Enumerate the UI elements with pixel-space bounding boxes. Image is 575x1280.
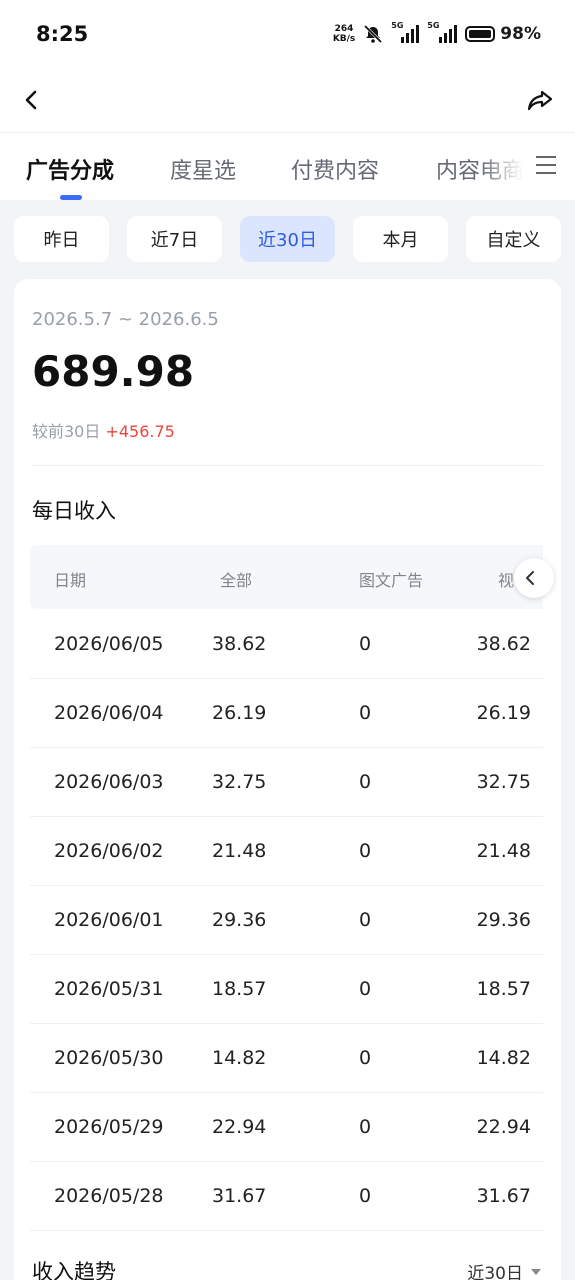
- tab-fade: [480, 133, 575, 199]
- income-trend-header: 收入趋势 近30日: [0, 1250, 575, 1280]
- range-yesterday-button[interactable]: 昨日: [14, 216, 109, 262]
- table-row: 2026/05/28 31.67 0 31.67: [30, 1162, 543, 1231]
- network-speed-unit: KB/s: [332, 34, 356, 44]
- range-7-days-button[interactable]: 近7日: [127, 216, 222, 262]
- table-row: 2026/05/31 18.57 0 18.57: [30, 955, 543, 1024]
- tab-paid-content[interactable]: 付费内容: [291, 153, 379, 185]
- cell-date: 2026/05/30: [54, 1047, 164, 1069]
- table-row: 2026/06/02 21.48 0 21.48: [30, 817, 543, 886]
- cell-date: 2026/06/01: [54, 909, 164, 931]
- range-this-month-button[interactable]: 本月: [353, 216, 448, 262]
- table-row: 2026/06/01 29.36 0 29.36: [30, 886, 543, 955]
- signal-icon: 5G: [427, 21, 458, 43]
- cell-all: 21.48: [212, 840, 267, 862]
- total-income: 689.98: [32, 347, 195, 396]
- menu-icon[interactable]: [535, 154, 557, 176]
- caret-down-icon: [531, 1268, 541, 1275]
- battery-icon: [465, 26, 496, 42]
- range-filter-bar: 昨日 近7日 近30日 本月 自定义: [14, 216, 561, 262]
- cell-date: 2026/06/05: [54, 633, 164, 655]
- battery-percent: 98%: [500, 24, 541, 44]
- cell-image-text-ads: 0: [359, 771, 372, 793]
- comparison-value: +456.75: [105, 422, 175, 441]
- income-trend-title: 收入趋势: [32, 1260, 116, 1280]
- cell-all: 31.67: [212, 1185, 267, 1207]
- cell-video: 32.75: [476, 771, 531, 793]
- column-header-image-text-ads: 图文广告: [359, 571, 424, 590]
- signal-icon: 5G: [391, 21, 420, 43]
- range-30-days-button[interactable]: 近30日: [240, 216, 335, 262]
- cell-date: 2026/06/02: [54, 840, 164, 862]
- trend-range-value: 近30日: [467, 1264, 523, 1280]
- share-icon[interactable]: [527, 88, 553, 112]
- cell-image-text-ads: 0: [359, 1185, 372, 1207]
- cell-image-text-ads: 0: [359, 1116, 372, 1138]
- table-row: 2026/05/30 14.82 0 14.82: [30, 1024, 543, 1093]
- cell-image-text-ads: 0: [359, 633, 372, 655]
- daily-income-title: 每日收入: [32, 499, 116, 523]
- back-icon[interactable]: [22, 89, 40, 111]
- trend-range-select[interactable]: 近30日: [467, 1259, 541, 1280]
- cell-all: 32.75: [212, 771, 267, 793]
- cell-all: 14.82: [212, 1047, 267, 1069]
- cell-all: 38.62: [212, 633, 267, 655]
- cell-video: 38.62: [476, 633, 531, 655]
- status-bar: 8:25 264 KB/s 5G 5G 98%: [0, 0, 575, 68]
- chevron-left-icon: [526, 571, 534, 585]
- network-speed-value: 264: [334, 24, 354, 34]
- table-row: 2026/06/04 26.19 0 26.19: [30, 679, 543, 748]
- comparison-label: 较前30日: [32, 422, 101, 441]
- cell-video: 26.19: [476, 702, 531, 724]
- cell-date: 2026/05/28: [54, 1185, 164, 1207]
- tab-ad-revenue[interactable]: 广告分成: [26, 153, 114, 185]
- nav-bar: [0, 68, 575, 132]
- active-tab-indicator: [60, 195, 82, 200]
- table-scroll-button[interactable]: [514, 558, 554, 598]
- cell-image-text-ads: 0: [359, 909, 372, 931]
- signal-label: 5G: [391, 21, 404, 30]
- table-row: 2026/06/05 38.62 0 38.62: [30, 610, 543, 679]
- income-card: 2026.5.7 ~ 2026.6.5 689.98 较前30日 +456.75…: [14, 279, 561, 1280]
- cell-date: 2026/06/03: [54, 771, 164, 793]
- cell-image-text-ads: 0: [359, 1047, 372, 1069]
- daily-income-table: 2026/06/05 38.62 0 38.62 2026/06/04 26.1…: [30, 610, 543, 1231]
- cell-all: 26.19: [212, 702, 267, 724]
- cell-all: 18.57: [212, 978, 267, 1000]
- column-header-date: 日期: [54, 571, 87, 590]
- divider: [32, 465, 543, 466]
- cell-video: 31.67: [476, 1185, 531, 1207]
- cell-video: 18.57: [476, 978, 531, 1000]
- network-speed: 264 KB/s: [333, 24, 355, 44]
- table-row: 2026/05/29 22.94 0 22.94: [30, 1093, 543, 1162]
- bell-muted-icon: [364, 24, 383, 44]
- tab-du-xing-xuan[interactable]: 度星选: [170, 153, 236, 185]
- cell-video: 14.82: [476, 1047, 531, 1069]
- comparison: 较前30日 +456.75: [32, 418, 175, 442]
- status-icons: 264 KB/s 5G 5G 98%: [333, 21, 541, 44]
- cell-video: 29.36: [476, 909, 531, 931]
- cell-image-text-ads: 0: [359, 840, 372, 862]
- clock: 8:25: [36, 22, 89, 46]
- cell-video: 22.94: [476, 1116, 531, 1138]
- table-header: 日期 全部 图文广告 视: [30, 545, 543, 609]
- cell-date: 2026/06/04: [54, 702, 164, 724]
- cell-image-text-ads: 0: [359, 702, 372, 724]
- range-custom-button[interactable]: 自定义: [466, 216, 561, 262]
- signal-label: 5G: [427, 21, 440, 30]
- column-header-all: 全部: [220, 571, 253, 590]
- cell-video: 21.48: [476, 840, 531, 862]
- cell-image-text-ads: 0: [359, 978, 372, 1000]
- cell-date: 2026/05/31: [54, 978, 164, 1000]
- battery: 98%: [465, 24, 541, 44]
- category-tabs: 广告分成 度星选 付费内容 内容电商: [0, 132, 575, 200]
- cell-all: 22.94: [212, 1116, 267, 1138]
- table-row: 2026/06/03 32.75 0 32.75: [30, 748, 543, 817]
- cell-date: 2026/05/29: [54, 1116, 164, 1138]
- date-range: 2026.5.7 ~ 2026.6.5: [32, 309, 219, 330]
- cell-all: 29.36: [212, 909, 267, 931]
